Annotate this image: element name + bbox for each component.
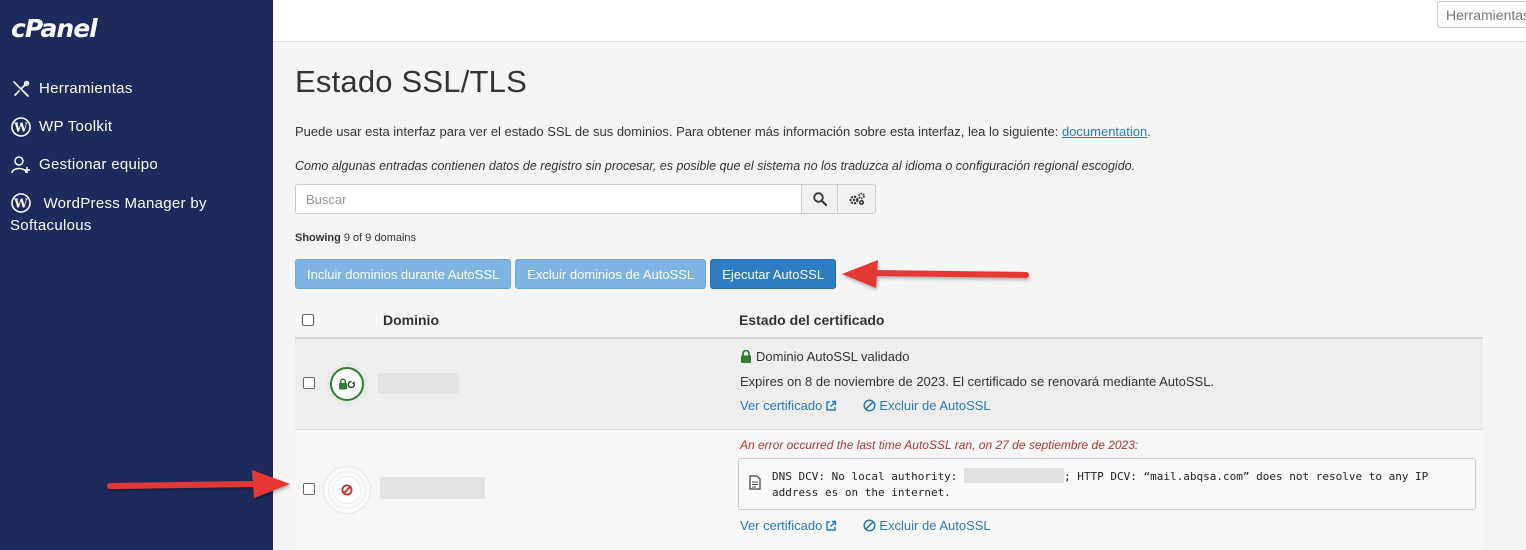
error-ban-icon	[341, 484, 353, 496]
status-title: Dominio AutoSSL validado	[756, 349, 910, 364]
top-bar	[273, 0, 1526, 42]
lock-renew-icon	[339, 378, 356, 390]
locale-note: Como algunas entradas contienen datos de…	[295, 159, 1136, 173]
search-button[interactable]	[802, 184, 838, 214]
sidebar-item-label: WP Toolkit	[39, 118, 113, 135]
run-autossl-button[interactable]: Ejecutar AutoSSL	[710, 259, 837, 289]
domain-name-redacted	[378, 373, 459, 394]
document-icon	[749, 475, 761, 490]
cpanel-logo[interactable]: cPanel	[11, 14, 98, 43]
intro-body: Puede usar esta interfaz para ver el est…	[295, 124, 1062, 139]
view-certificate-label: Ver certificado	[740, 518, 823, 533]
intro-text: Puede usar esta interfaz para ver el est…	[295, 124, 1151, 139]
select-all-checkbox[interactable]	[302, 314, 314, 326]
row-links: Ver certificado Excluir de AutoSSL	[740, 518, 991, 533]
exclude-autossl-label: Excluir de AutoSSL	[879, 518, 991, 533]
sidebar-item-herramientas[interactable]: Herramientas	[0, 74, 273, 104]
expiry-text: Expires on 8 de noviembre de 2023. El ce…	[740, 374, 1215, 389]
page-title: Estado SSL/TLS	[295, 64, 527, 99]
showing-label: Showing	[295, 232, 341, 244]
wordpress-icon: W	[10, 192, 32, 214]
ban-icon	[863, 399, 876, 412]
wordpress-icon: W	[10, 116, 32, 138]
svg-text:W: W	[13, 121, 28, 135]
autossl-status-indicator	[326, 363, 368, 405]
view-certificate-link[interactable]: Ver certificado	[740, 398, 837, 413]
table-row: An error occurred the last time AutoSSL …	[295, 430, 1483, 550]
autossl-error-indicator	[323, 466, 371, 514]
redacted-value	[964, 468, 1065, 483]
sidebar-item-label: WordPress Manager by Softaculous	[10, 195, 207, 234]
domains-table: Dominio Estado del certificado Dominio A…	[295, 300, 1483, 550]
search-icon	[812, 192, 827, 206]
tools-search-input[interactable]	[1437, 1, 1526, 28]
error-message: DNS DCV: No local authority: ; HTTP DCV:…	[772, 468, 1472, 501]
search-group	[295, 184, 876, 214]
showing-count: Showing 9 of 9 domains	[295, 232, 416, 244]
gears-icon	[848, 192, 865, 206]
status-column-header[interactable]: Estado del certificado	[739, 312, 884, 328]
lock-icon	[741, 350, 751, 363]
autossl-error-title: An error occurred the last time AutoSSL …	[740, 438, 1139, 452]
error-prefix: DNS DCV: No local authority:	[772, 470, 965, 483]
view-certificate-label: Ver certificado	[740, 398, 823, 413]
view-certificate-link[interactable]: Ver certificado	[740, 518, 837, 533]
annotation-arrow-error-row	[107, 470, 290, 498]
intro-end: .	[1147, 124, 1151, 139]
sidebar-item-wp-toolkit[interactable]: W WP Toolkit	[0, 112, 273, 142]
settings-button[interactable]	[838, 184, 876, 214]
autossl-actions: Incluir dominios durante AutoSSL Excluir…	[295, 259, 837, 289]
row-checkbox[interactable]	[303, 483, 315, 495]
autossl-error-log: DNS DCV: No local authority: ; HTTP DCV:…	[738, 458, 1476, 510]
sidebar-nav: Herramientas W WP Toolkit Gestionar equi…	[0, 72, 273, 241]
include-domains-button[interactable]: Incluir dominios durante AutoSSL	[295, 259, 512, 289]
external-link-icon	[826, 400, 837, 411]
ban-icon	[863, 519, 876, 532]
domain-name-redacted	[380, 477, 485, 499]
external-link-icon	[826, 520, 837, 531]
sidebar-item-label: Herramientas	[39, 80, 133, 97]
user-plus-icon	[10, 154, 32, 176]
sidebar-item-label: Gestionar equipo	[39, 156, 159, 173]
showing-text: 9 of 9 domains	[340, 232, 417, 244]
tools-icon	[10, 78, 32, 100]
svg-text:W: W	[13, 197, 28, 211]
sidebar-item-gestionar-equipo[interactable]: Gestionar equipo	[0, 150, 273, 180]
exclude-autossl-link[interactable]: Excluir de AutoSSL	[863, 518, 991, 533]
search-input[interactable]	[295, 184, 802, 214]
row-checkbox[interactable]	[303, 377, 315, 389]
certificate-status: Dominio AutoSSL validado	[740, 349, 909, 364]
row-links: Ver certificado Excluir de AutoSSL	[740, 398, 991, 413]
table-row: Dominio AutoSSL validado Expires on 8 de…	[295, 339, 1483, 430]
exclude-autossl-link[interactable]: Excluir de AutoSSL	[863, 398, 991, 413]
domain-column-header[interactable]: Dominio	[383, 312, 439, 328]
exclude-domains-button[interactable]: Excluir dominios de AutoSSL	[515, 259, 707, 289]
sidebar-item-wordpress-manager[interactable]: W WordPress Manager by Softaculous	[0, 188, 273, 241]
table-header: Dominio Estado del certificado	[295, 300, 1483, 339]
exclude-autossl-label: Excluir de AutoSSL	[879, 398, 991, 413]
documentation-link[interactable]: documentation	[1062, 124, 1147, 139]
annotation-arrow-run-autossl	[842, 260, 1029, 288]
